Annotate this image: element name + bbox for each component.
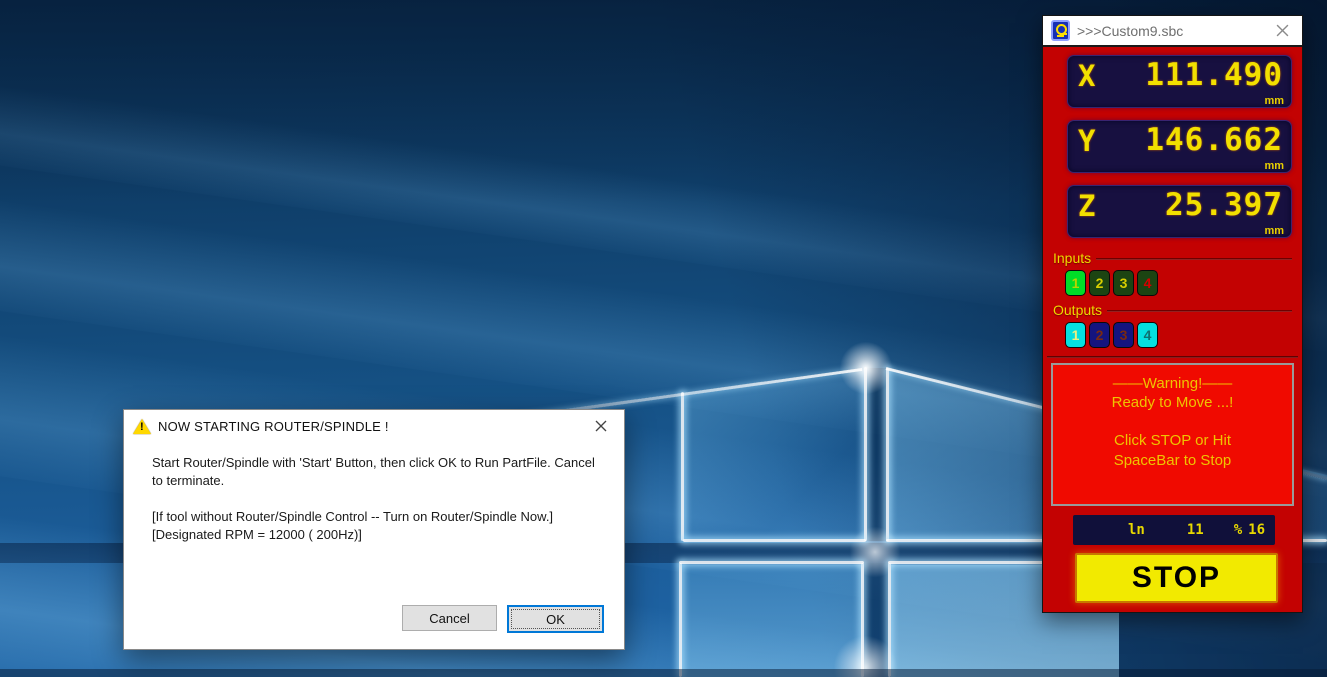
warning-line-1: ——Warning!——	[1112, 375, 1233, 392]
line-label: ln	[1127, 522, 1145, 538]
windows-logo-glow-edge	[679, 563, 682, 677]
dialog-close-button[interactable]	[588, 414, 614, 438]
separator-line	[1047, 356, 1298, 358]
line-number-value: 11	[1186, 522, 1204, 538]
outputs-indicators: 1 2 3 4	[1065, 322, 1296, 348]
outputs-group: Outputs 1 2 3 4	[1053, 302, 1296, 348]
dro-axis-letter: X	[1078, 59, 1096, 93]
app-icon	[1051, 20, 1070, 41]
windows-logo-glow-edge	[681, 392, 684, 541]
desktop: NOW STARTING ROUTER/SPINDLE ! Start Rout…	[0, 0, 1327, 677]
warning-line-4: SpaceBar to Stop	[1113, 451, 1232, 469]
wallpaper-light-flare	[845, 522, 905, 582]
output-toggle-1[interactable]: 1	[1065, 322, 1086, 348]
windows-logo-glow-edge	[683, 539, 866, 542]
stop-button[interactable]: STOP	[1075, 553, 1278, 603]
inputs-indicators: 1 2 3 4	[1065, 270, 1296, 296]
percent-value: 16	[1248, 522, 1265, 538]
inputs-label: Inputs	[1053, 250, 1092, 266]
output-toggle-2[interactable]: 2	[1089, 322, 1110, 348]
dro-axis-unit: mm	[1264, 160, 1284, 172]
ok-button[interactable]: OK	[507, 605, 604, 633]
dro-axis-letter: Z	[1078, 189, 1096, 223]
inputs-rule	[1096, 258, 1292, 260]
wallpaper-shading	[0, 669, 1327, 677]
dro-axis-value: 25.397	[1165, 187, 1283, 223]
inputs-group: Inputs 1 2 3 4	[1053, 250, 1296, 296]
dialog-buttons: Cancel OK	[402, 605, 604, 633]
windows-logo-pane-top-left	[684, 369, 864, 539]
dro-y-axis: Y 146.662 mm	[1067, 120, 1292, 173]
dialog-message-line: [If tool without Router/Spindle Control …	[152, 508, 554, 542]
outputs-rule	[1107, 310, 1292, 312]
windows-logo-glow-edge	[886, 368, 889, 541]
cnc-close-button[interactable]	[1270, 19, 1294, 43]
input-indicator-4: 4	[1137, 270, 1158, 296]
dro-axis-unit: mm	[1264, 225, 1284, 237]
cancel-button[interactable]: Cancel	[402, 605, 497, 631]
wallpaper-light-flare	[836, 338, 896, 398]
warning-spacer	[1053, 412, 1292, 431]
dialog-titlebar[interactable]: NOW STARTING ROUTER/SPINDLE !	[124, 410, 624, 442]
close-icon	[595, 420, 607, 432]
dialog-body: Start Router/Spindle with 'Start' Button…	[124, 442, 624, 544]
file-progress-readout: ln 11 % 16	[1073, 515, 1275, 545]
output-toggle-3[interactable]: 3	[1113, 322, 1134, 348]
close-icon	[1276, 24, 1288, 37]
cnc-control-window: >>>Custom9.sbc X 111.490 mm Y 146.662 mm…	[1042, 15, 1303, 613]
warning-triangle-icon	[133, 418, 151, 434]
outputs-label: Outputs	[1053, 302, 1103, 318]
percent-sign: %	[1233, 522, 1243, 538]
dialog-message-line: Start Router/Spindle with 'Start' Button…	[152, 455, 595, 488]
dro-axis-letter: Y	[1078, 124, 1096, 158]
input-indicator-2: 2	[1089, 270, 1110, 296]
output-toggle-4[interactable]: 4	[1137, 322, 1158, 348]
warning-line-2: Ready to Move ...!	[1111, 394, 1234, 412]
dro-axis-value: 111.490	[1145, 57, 1283, 93]
cnc-titlebar[interactable]: >>>Custom9.sbc	[1043, 16, 1302, 47]
dro-axis-value: 146.662	[1145, 122, 1283, 158]
input-indicator-1: 1	[1065, 270, 1086, 296]
windows-logo-glow-edge	[679, 561, 864, 564]
dialog-title: NOW STARTING ROUTER/SPINDLE !	[158, 418, 389, 434]
cnc-window-title: >>>Custom9.sbc	[1077, 22, 1184, 39]
dro-x-axis: X 111.490 mm	[1067, 55, 1292, 108]
cnc-client-area: X 111.490 mm Y 146.662 mm Z 25.397 mm In…	[1043, 47, 1302, 612]
warning-line-3: Click STOP or Hit	[1114, 432, 1231, 450]
router-spindle-dialog: NOW STARTING ROUTER/SPINDLE ! Start Rout…	[123, 409, 625, 650]
dro-axis-unit: mm	[1264, 95, 1284, 107]
warning-message-box: ——Warning!—— Ready to Move ...! Click ST…	[1051, 363, 1294, 506]
dro-z-axis: Z 25.397 mm	[1067, 185, 1292, 238]
input-indicator-3: 3	[1113, 270, 1134, 296]
